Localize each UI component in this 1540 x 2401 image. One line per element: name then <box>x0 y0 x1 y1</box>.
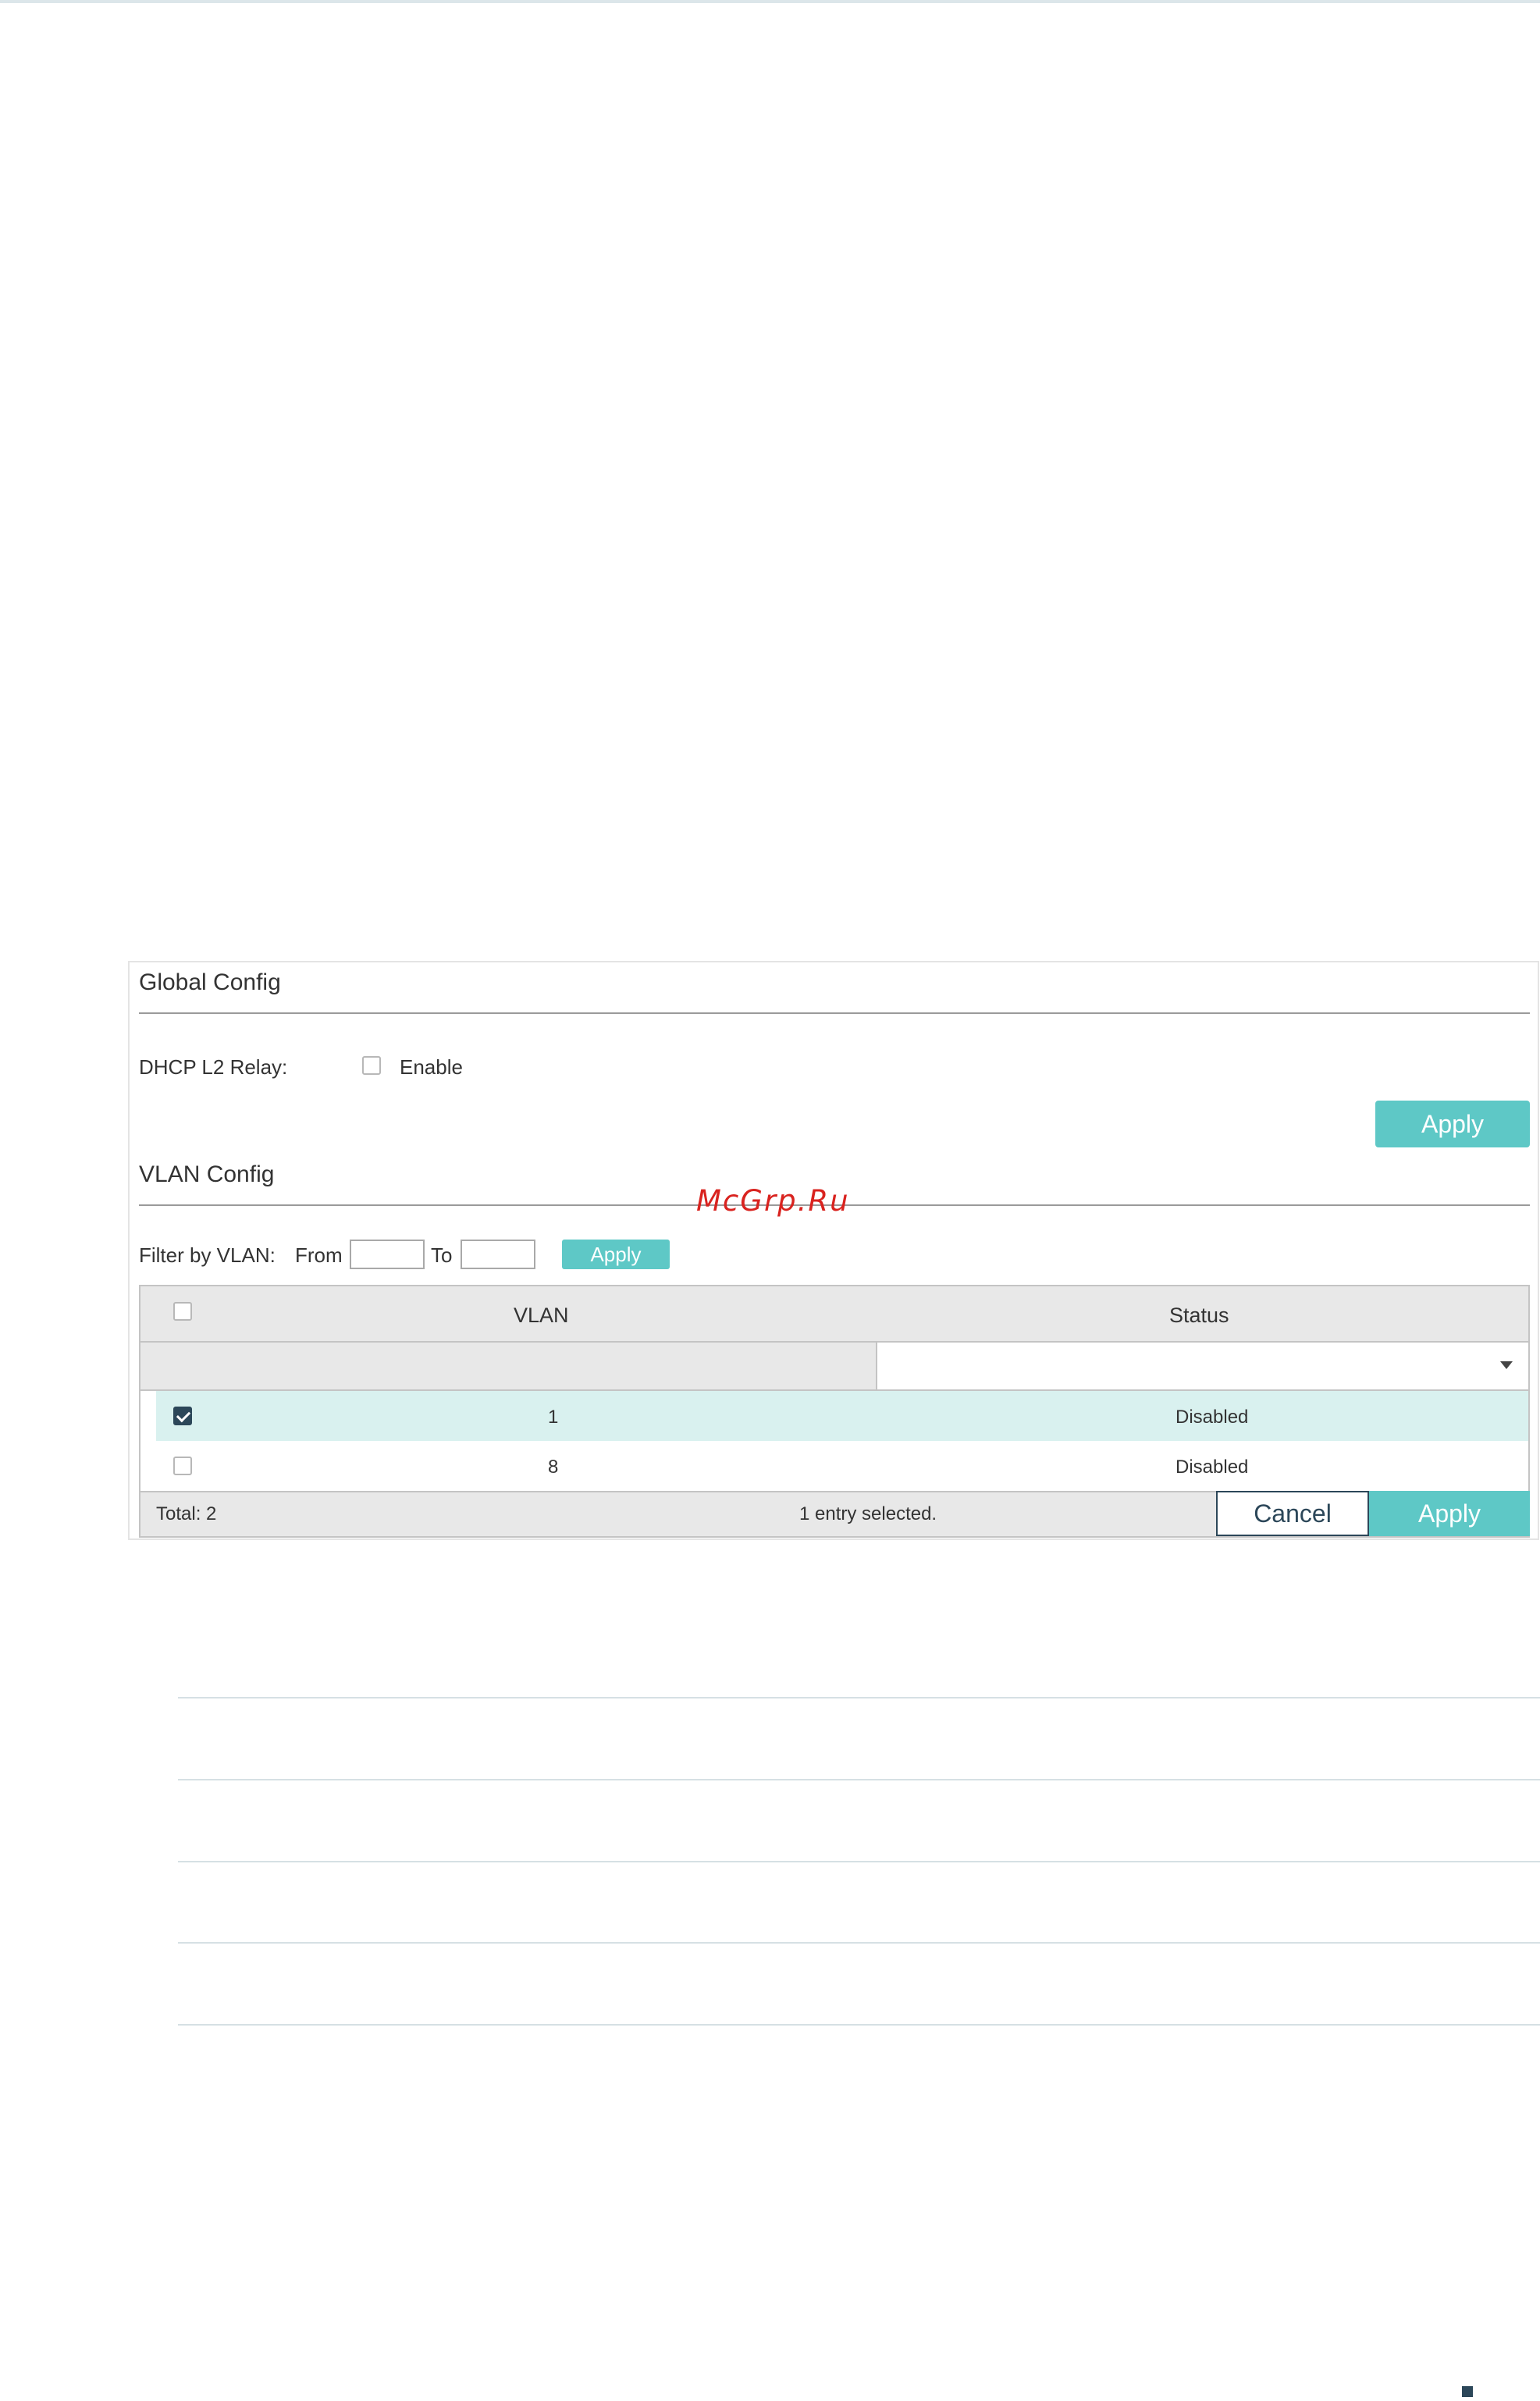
chevron-down-icon <box>1500 1361 1513 1369</box>
table-row[interactable]: 1 Disabled <box>156 1391 1528 1441</box>
empty-table-rule <box>178 1942 1540 1944</box>
column-header-status[interactable]: Status <box>1169 1304 1229 1328</box>
total-count: Total: 2 <box>156 1503 217 1524</box>
from-label: From <box>295 1243 343 1267</box>
selection-status: 1 entry selected. <box>799 1503 937 1524</box>
empty-table-rule <box>178 2024 1540 2026</box>
table-footer: Total: 2 1 entry selected. Cancel Apply <box>140 1491 1530 1536</box>
column-filter-row <box>140 1343 1528 1391</box>
empty-table-rule <box>178 1779 1540 1780</box>
vlan-table: VLAN Status 1 Disabled 8 Disabled Total:… <box>139 1285 1530 1538</box>
global-config-divider <box>139 1012 1530 1014</box>
vlan-to-input[interactable] <box>461 1240 535 1269</box>
filter-by-vlan-label: Filter by VLAN: <box>139 1243 276 1267</box>
row-checkbox[interactable] <box>173 1407 192 1425</box>
status-cell: Disabled <box>1175 1407 1249 1428</box>
to-label: To <box>431 1243 453 1267</box>
vlan-from-input[interactable] <box>350 1240 425 1269</box>
global-apply-button[interactable]: Apply <box>1375 1101 1530 1147</box>
filter-apply-button[interactable]: Apply <box>562 1240 670 1269</box>
empty-table-rule <box>178 1697 1540 1698</box>
vlan-config-title: VLAN Config <box>139 1161 275 1187</box>
status-filter-select[interactable] <box>876 1343 1528 1389</box>
enable-label: Enable <box>400 1055 463 1079</box>
dhcp-l2-relay-label: DHCP L2 Relay: <box>139 1055 288 1079</box>
table-header: VLAN Status <box>140 1286 1528 1343</box>
watermark: McGrp.Ru <box>696 1184 850 1218</box>
page-corner-mark <box>1462 2386 1473 2397</box>
dhcp-l2-relay-panel: Global Config DHCP L2 Relay: Enable Appl… <box>128 961 1539 1540</box>
enable-checkbox[interactable] <box>362 1056 381 1075</box>
table-apply-button[interactable]: Apply <box>1369 1491 1530 1536</box>
top-divider <box>0 0 1540 3</box>
table-row[interactable]: 8 Disabled <box>156 1441 1528 1491</box>
global-config-title: Global Config <box>139 969 281 995</box>
cancel-button[interactable]: Cancel <box>1216 1491 1369 1536</box>
vlan-cell: 1 <box>548 1407 559 1428</box>
row-checkbox[interactable] <box>173 1457 192 1475</box>
vlan-cell: 8 <box>548 1457 559 1478</box>
select-all-checkbox[interactable] <box>173 1302 192 1321</box>
status-cell: Disabled <box>1175 1457 1249 1478</box>
column-header-vlan[interactable]: VLAN <box>514 1304 569 1328</box>
empty-table-rule <box>178 1861 1540 1862</box>
